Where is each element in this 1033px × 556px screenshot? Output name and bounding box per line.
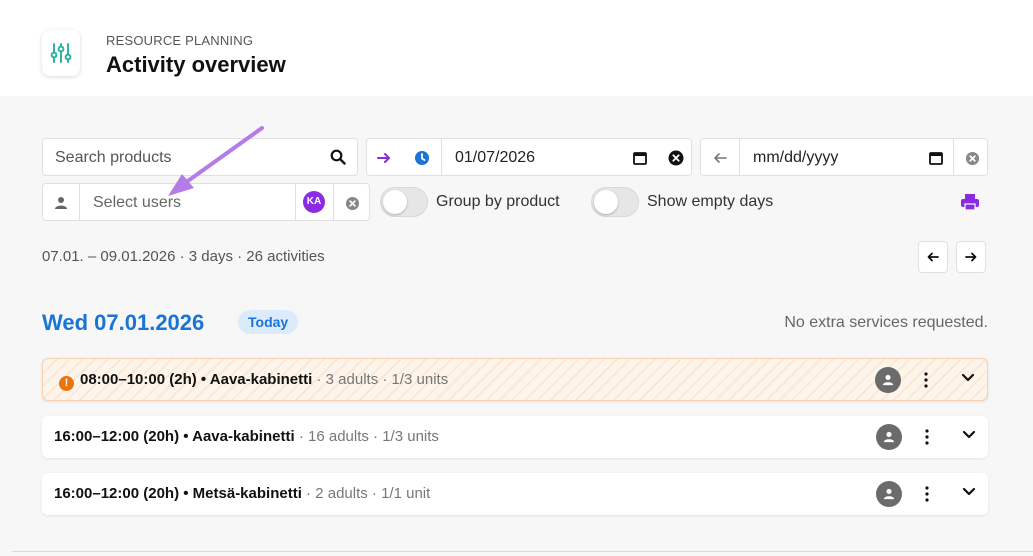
chevron-down-icon[interactable]: [962, 487, 976, 497]
calendar-icon[interactable]: [927, 149, 945, 167]
activity-room: Aava-kabinetti: [192, 428, 295, 445]
section-label: RESOURCE PLANNING: [106, 33, 254, 48]
arrow-left-icon: [927, 252, 939, 262]
chevron-down-icon[interactable]: [962, 430, 976, 440]
clear-date-from-icon[interactable]: [667, 149, 685, 167]
search-icon[interactable]: [329, 148, 347, 166]
app-logo: [42, 30, 80, 76]
activity-time: 08:00–10:00 (2h): [80, 371, 197, 388]
calendar-icon[interactable]: [631, 149, 649, 167]
page-title: Activity overview: [106, 52, 286, 77]
toggle-knob: [383, 190, 407, 214]
clock-icon: [413, 149, 431, 167]
assign-user-button[interactable]: [876, 424, 902, 450]
user-icon: [883, 488, 895, 500]
day-title: Wed 07.01.2026: [42, 310, 205, 335]
date-to-field[interactable]: mm/dd/yyyy: [700, 138, 988, 176]
user-icon: [882, 374, 894, 386]
more-options-icon[interactable]: [923, 371, 929, 389]
activity-row[interactable]: 16:00–12:00 (20h) • Metsä-kabinetti · 2 …: [42, 473, 988, 515]
clear-date-to-icon[interactable]: [963, 149, 981, 167]
divider: [295, 184, 296, 220]
next-period-button[interactable]: [956, 241, 986, 273]
divider: [12, 551, 1033, 552]
divider: [333, 184, 334, 220]
extra-services-note: No extra services requested.: [784, 314, 988, 331]
activity-room: Aava-kabinetti: [209, 371, 313, 388]
more-options-icon[interactable]: [924, 485, 930, 503]
date-from-value[interactable]: 01/07/2026: [455, 149, 535, 167]
today-badge: Today: [238, 310, 299, 334]
divider: [953, 139, 954, 175]
warning-icon: !: [59, 376, 74, 391]
previous-period-button[interactable]: [918, 241, 948, 273]
divider: [79, 184, 80, 220]
activity-details: 3 adults · 1/3 units: [325, 371, 449, 388]
group-by-product-toggle[interactable]: [380, 187, 428, 217]
activity-time: 16:00–12:00 (20h): [54, 485, 180, 502]
activity-row[interactable]: 16:00–12:00 (20h) • Aava-kabinetti · 16 …: [42, 416, 988, 458]
annotation-arrow-icon: [168, 126, 264, 196]
clear-users-icon[interactable]: [343, 194, 361, 212]
toggle-knob: [594, 190, 618, 214]
activity-details: 2 adults · 1/1 unit: [315, 485, 431, 502]
date-from-field[interactable]: 01/07/2026: [366, 138, 692, 176]
activity-details: 16 adults · 1/3 units: [308, 428, 439, 445]
arrow-right-icon: [375, 149, 393, 167]
chevron-down-icon[interactable]: [961, 373, 975, 383]
activity-text: ! 08:00–10:00 (2h) • Aava-kabinetti · 3 a…: [59, 371, 448, 391]
print-icon[interactable]: [959, 192, 981, 212]
show-empty-days-toggle[interactable]: [591, 187, 639, 217]
activity-text: 16:00–12:00 (20h) • Metsä-kabinetti · 2 …: [54, 485, 431, 502]
arrow-left-icon: [711, 149, 729, 167]
user-icon: [883, 431, 895, 443]
show-empty-days-label: Show empty days: [647, 193, 774, 210]
date-to-placeholder[interactable]: mm/dd/yyyy: [753, 149, 838, 167]
arrow-right-icon: [965, 252, 977, 262]
user-icon: [51, 193, 71, 213]
group-by-product-label: Group by product: [436, 193, 560, 210]
activity-text: 16:00–12:00 (20h) • Aava-kabinetti · 16 …: [54, 428, 439, 445]
divider: [441, 139, 442, 175]
sliders-icon: [50, 43, 72, 63]
more-options-icon[interactable]: [924, 428, 930, 446]
assign-user-button[interactable]: [875, 367, 901, 393]
divider: [739, 139, 740, 175]
activity-room: Metsä-kabinetti: [192, 485, 302, 502]
app-header: RESOURCE PLANNING Activity overview: [0, 0, 1033, 96]
activity-row[interactable]: ! 08:00–10:00 (2h) • Aava-kabinetti · 3 a…: [42, 358, 988, 401]
search-placeholder: Search products: [55, 149, 172, 166]
user-avatar-badge[interactable]: KA: [303, 191, 325, 213]
activity-time: 16:00–12:00 (20h): [54, 428, 180, 445]
period-summary: 07.01. – 09.01.2026 · 3 days · 26 activi…: [42, 248, 325, 265]
assign-user-button[interactable]: [876, 481, 902, 507]
